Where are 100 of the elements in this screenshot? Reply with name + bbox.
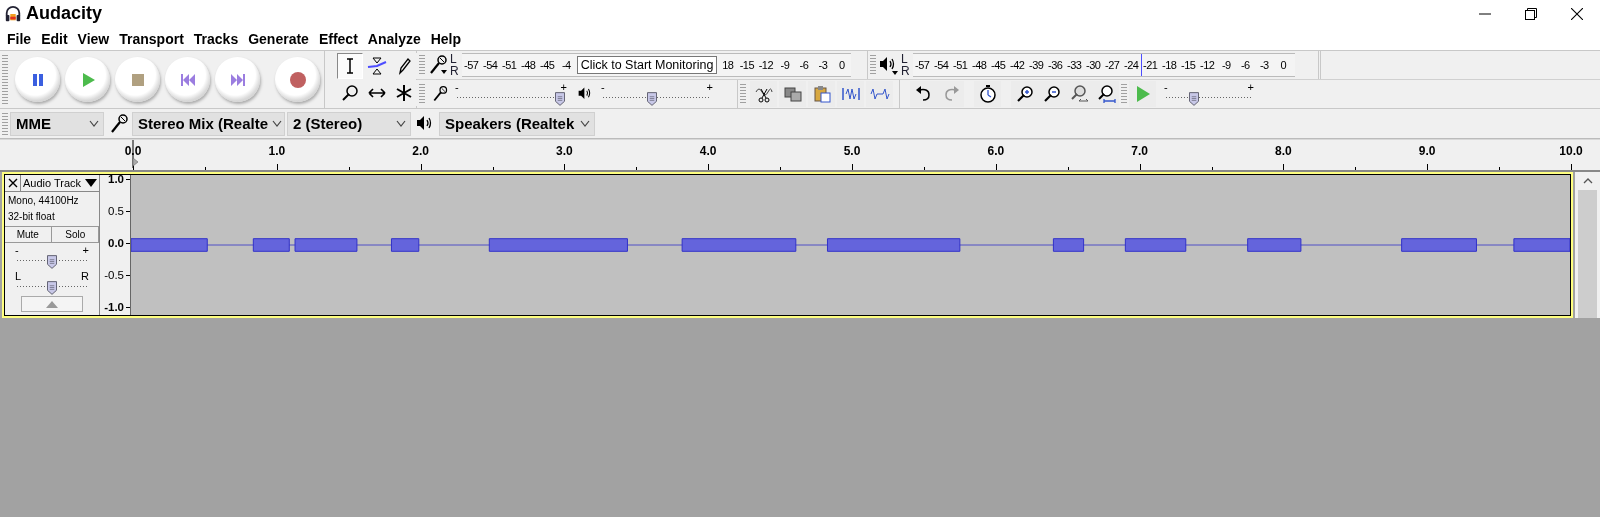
timer-icon [977, 84, 998, 104]
stop-button[interactable] [115, 57, 160, 102]
playback-device-dropdown[interactable]: Speakers (Realtek [439, 111, 595, 136]
meter-scale-label: -12 [1199, 59, 1216, 71]
menu-item[interactable]: Generate [243, 28, 314, 49]
meter-scale-label: -21 [1142, 59, 1159, 71]
slider-label: R [81, 271, 89, 281]
undo-button[interactable] [910, 81, 937, 107]
track-format: Mono, 44100Hz [7, 194, 80, 208]
cut-button[interactable] [750, 81, 777, 107]
microphone-icon [108, 112, 130, 135]
recording-channels-dropdown[interactable]: 2 (Stereo) [287, 111, 411, 136]
slider-thumb[interactable] [555, 92, 565, 106]
collapse-track-button[interactable] [21, 296, 83, 312]
slider-label: - [601, 82, 605, 92]
record-icon [288, 70, 307, 89]
copy-button[interactable] [779, 81, 806, 107]
slider-thumb[interactable] [47, 255, 57, 269]
record-meter[interactable]: -57 -54 -51 -48 -45 -4 Click to Start Monitoring 18 -15 -12 -9 -6 -3 0 [461, 53, 852, 77]
meter-scale-label: 0 [1279, 59, 1287, 71]
meter-scale-label: -30 [1085, 59, 1102, 71]
menu-item[interactable]: Analyze [362, 28, 426, 49]
envelope-icon [367, 56, 387, 76]
meter-scale-label: -6 [1239, 59, 1251, 71]
meter-scale-label: -3 [1258, 59, 1270, 71]
playback-meter[interactable]: -57 -54 -51 -48 -45 -42 -39 -36 -33 -30 -27 -24 -21 -18 -15 -12 -9 -6 -3 0 [912, 53, 1295, 77]
caret-icon [272, 119, 283, 128]
meter-scale-label: -9 [1220, 59, 1232, 71]
scale-label: -0.5 [104, 269, 124, 281]
ruler-label: 5.0 [843, 144, 861, 158]
microphone-icon [427, 54, 449, 76]
ruler-label: 2.0 [412, 144, 429, 158]
menu-item[interactable]: Transport [114, 28, 189, 49]
track-bit-depth: 32-bit float [7, 210, 56, 224]
meter-scale-label: -48 [971, 59, 988, 71]
slider-label: + [82, 245, 89, 255]
channel-label: L [901, 53, 909, 65]
trim-button[interactable] [837, 81, 864, 107]
slider-label: L [15, 271, 22, 281]
selection-tool[interactable] [337, 53, 363, 79]
meter-scale-label: -6 [798, 59, 810, 71]
channel-label: R [450, 65, 459, 77]
slider-label: - [15, 245, 19, 255]
ruler-label: 7.0 [1131, 144, 1148, 158]
meter-scale-label: -27 [1104, 59, 1121, 71]
recording-device-dropdown[interactable]: Stereo Mix (Realte [132, 111, 285, 136]
menu-item[interactable]: Help [425, 28, 467, 49]
skip-to-end-button[interactable] [215, 57, 260, 102]
ruler-label: 1.0 [268, 144, 286, 158]
ruler-label: 3.0 [556, 144, 573, 158]
meter-scale-label: -45 [990, 59, 1007, 71]
scale-label: 0.0 [108, 237, 124, 249]
menu-item[interactable]: Edit [36, 28, 73, 49]
fit-project-button[interactable] [1092, 81, 1119, 107]
meter-scale-label: -48 [520, 59, 537, 71]
paste-button[interactable] [808, 81, 835, 107]
pause-button[interactable] [15, 57, 60, 102]
scrollbar-track[interactable] [1578, 190, 1597, 318]
meter-scale-label: -24 [1123, 59, 1140, 71]
channel-label: L [450, 53, 458, 65]
scale-label: -1.0 [104, 301, 124, 313]
meter-scale-label: -57 [463, 59, 480, 71]
caret-icon [580, 119, 590, 128]
slider-thumb[interactable] [1188, 92, 1199, 106]
paste-icon [811, 84, 832, 104]
close-icon [1571, 7, 1583, 20]
menu-item[interactable]: Tracks [188, 28, 244, 49]
multi-icon [394, 83, 414, 103]
caret-icon [85, 179, 97, 187]
skip-to-start-button[interactable] [165, 57, 210, 102]
headphones-icon [4, 4, 22, 23]
menu-item[interactable]: Effect [313, 28, 363, 49]
meter-scale-label: -9 [779, 59, 791, 71]
slider-thumb[interactable] [647, 92, 658, 106]
restore-icon [1525, 7, 1537, 20]
slider-label: - [1164, 82, 1168, 92]
microphone-icon [431, 85, 449, 103]
slider-thumb[interactable] [47, 281, 57, 295]
meter-scale-label: -51 [952, 59, 969, 71]
meter-scale-label: 0 [838, 59, 846, 71]
caret-icon [396, 119, 406, 128]
silence-button[interactable] [866, 81, 893, 107]
meter-scale-label: -39 [1028, 59, 1045, 71]
ruler-label: 4.0 [699, 144, 717, 158]
zoom-in-button[interactable] [1011, 81, 1038, 107]
meter-scale-label: -15 [1180, 59, 1197, 71]
record-button[interactable] [275, 57, 320, 102]
ruler-label: 9.0 [1418, 144, 1436, 158]
timer-button[interactable] [974, 81, 1001, 107]
scale-label: 1.0 [108, 173, 124, 185]
ruler-label: 6.0 [987, 144, 1005, 158]
meter-scale-label: 18 [721, 59, 735, 71]
meter-scale-label: -12 [757, 59, 774, 71]
caret-icon [1582, 178, 1593, 184]
meter-scale-label: -3 [817, 59, 829, 71]
triangle-icon [46, 300, 58, 308]
audio-host-dropdown[interactable]: MME [10, 111, 104, 136]
menu-item[interactable]: View [72, 28, 115, 49]
menu-item[interactable]: File [2, 28, 37, 49]
meter-scale-label: -54 [482, 59, 499, 71]
